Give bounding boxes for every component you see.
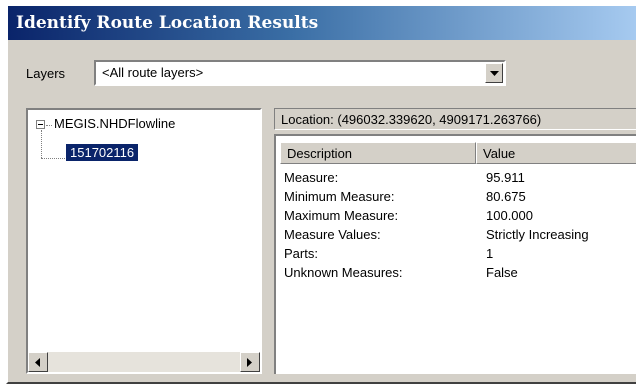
table-row[interactable]: Measure: 95.911 xyxy=(276,170,636,189)
scroll-left-button[interactable] xyxy=(28,352,48,372)
column-header-label: Value xyxy=(483,146,516,161)
table-row[interactable]: Measure Values: Strictly Increasing xyxy=(276,227,636,246)
arrow-left-icon xyxy=(35,358,40,367)
table-row[interactable]: Parts: 1 xyxy=(276,246,636,265)
row-key: Unknown Measures: xyxy=(284,265,403,280)
tree-connector xyxy=(41,130,42,158)
tree-node-layer[interactable]: MEGIS.NHDFlowline xyxy=(54,116,175,131)
attributes-table[interactable]: Description Value Measure: 95.911 Minimu… xyxy=(274,134,636,374)
row-key: Parts: xyxy=(284,246,318,261)
location-text: Location: (496032.339620, 4909171.263766… xyxy=(281,112,542,127)
row-key: Maximum Measure: xyxy=(284,208,399,223)
row-value: 95.911 xyxy=(486,170,525,185)
table-rows: Measure: 95.911 Minimum Measure: 80.675 … xyxy=(276,170,636,284)
chevron-down-icon xyxy=(490,71,499,76)
column-header-description[interactable]: Description xyxy=(280,142,476,164)
column-header-label: Description xyxy=(287,146,353,161)
arrow-right-icon xyxy=(247,358,252,367)
table-row[interactable]: Unknown Measures: False xyxy=(276,265,636,284)
row-value: 1 xyxy=(486,246,494,261)
location-bar: Location: (496032.339620, 4909171.263766… xyxy=(274,108,636,130)
tree-node-route[interactable]: 151702116 xyxy=(66,144,139,161)
row-key: Minimum Measure: xyxy=(284,189,395,204)
results-tree[interactable]: MEGIS.NHDFlowline 151702116 xyxy=(26,108,262,374)
row-value: Strictly Increasing xyxy=(486,227,589,242)
row-key: Measure Values: xyxy=(284,227,381,242)
row-value: 100.000 xyxy=(486,208,533,223)
window-title: Identify Route Location Results xyxy=(16,13,319,33)
layers-selected-value: <All route layers> xyxy=(102,65,204,80)
table-row[interactable]: Maximum Measure: 100.000 xyxy=(276,208,636,227)
row-value: False xyxy=(486,265,518,280)
identify-results-window: Identify Route Location Results Layers <… xyxy=(6,4,636,384)
column-header-value[interactable]: Value xyxy=(476,142,636,164)
collapse-icon[interactable] xyxy=(36,120,45,129)
tree-connector xyxy=(41,158,65,159)
row-key: Measure: xyxy=(284,170,339,185)
layers-dropdown[interactable]: <All route layers> xyxy=(94,60,506,86)
table-row[interactable]: Minimum Measure: 80.675 xyxy=(276,189,636,208)
dropdown-arrow-button[interactable] xyxy=(485,63,503,83)
row-value: 80.675 xyxy=(486,189,526,204)
scroll-right-button[interactable] xyxy=(240,352,260,372)
title-bar[interactable]: Identify Route Location Results xyxy=(8,6,636,40)
tree-connector xyxy=(46,125,52,126)
layers-label: Layers xyxy=(26,66,66,81)
horizontal-scrollbar[interactable] xyxy=(28,352,260,372)
